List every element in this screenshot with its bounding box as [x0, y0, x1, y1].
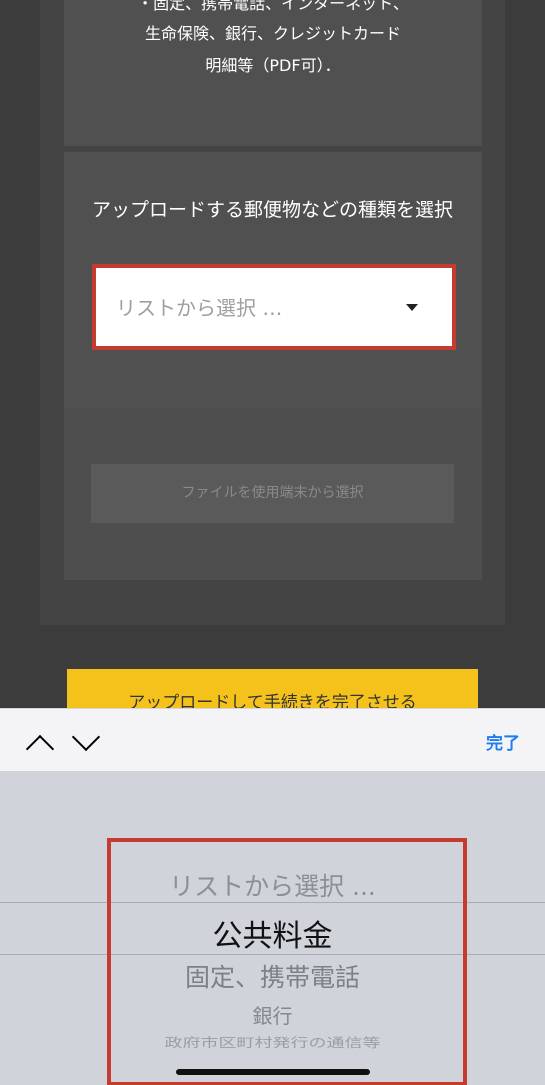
picker-highlight-frame	[107, 838, 467, 1085]
done-button[interactable]: 完了	[486, 729, 520, 754]
picker-toolbar: 完了	[0, 708, 545, 771]
select-label: アップロードする郵便物などの種類を選択	[92, 199, 454, 221]
chevron-down-icon[interactable]	[71, 722, 101, 752]
choose-file-button[interactable]: ファイルを使用端末から選択	[91, 464, 454, 523]
document-info-card: ・固定、携帯電話、インターネット、 生命保険、銀行、クレジットカード 明細等（P…	[64, 0, 482, 146]
chevron-up-icon[interactable]	[25, 734, 55, 764]
option-picker-wheel[interactable]: リストから選択 ... 公共料金 固定、携帯電話 銀行 政府市区町村発行の通信等	[0, 771, 545, 1085]
caret-down-icon	[406, 304, 418, 311]
info-line-1: ・固定、携帯電話、インターネット、	[137, 0, 409, 13]
select-placeholder: リストから選択 …	[116, 296, 283, 320]
upload-card: アップロードする郵便物などの種類を選択 リストから選択 … ファイルを使用端末か…	[64, 152, 482, 580]
info-line-2: 生命保険、銀行、クレジットカード	[144, 24, 401, 43]
document-type-select[interactable]: リストから選択 …	[92, 264, 456, 350]
info-line-3: 明細等（PDF可）．	[205, 56, 341, 75]
home-indicator	[176, 1069, 370, 1075]
